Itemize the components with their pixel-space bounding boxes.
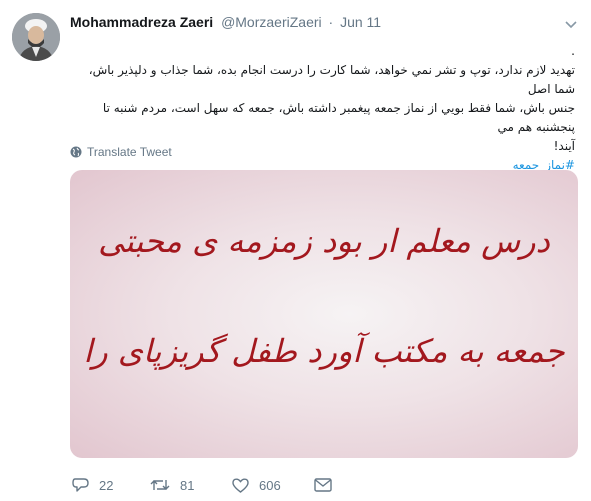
tweet-actions: 22 81 606 [70, 474, 370, 496]
avatar[interactable] [12, 13, 60, 61]
author-name[interactable]: Mohammadreza Zaeri [70, 14, 213, 30]
like-button[interactable]: 606 [232, 474, 281, 496]
tweet-header: Mohammadreza Zaeri @MorzaeriZaeri · Jun … [70, 14, 381, 30]
retweet-icon [150, 480, 170, 490]
like-icon [232, 478, 249, 493]
retweet-button[interactable]: 81 [150, 474, 194, 496]
chevron-down-icon[interactable] [565, 17, 577, 29]
retweet-count: 81 [180, 477, 195, 493]
translate-tweet-link[interactable]: Translate Tweet [70, 145, 172, 159]
reply-button[interactable]: 22 [72, 474, 113, 496]
globe-icon [70, 146, 82, 158]
avatar-image [12, 13, 60, 61]
tweet-date[interactable]: Jun 11 [340, 14, 381, 30]
image-calligraphy-line: جمعه به مکتب آورد طفل گریزپای را [83, 332, 565, 370]
tweet-text-line: تهديد لازم ندارد، توپ و تشر نمي خواهد، ش… [88, 63, 575, 96]
tweet-text-line: جنس باش، شما فقط بويي از نماز جمعه پيغمب… [102, 101, 575, 134]
like-count: 606 [259, 477, 281, 493]
tweet-text-dot: . [571, 44, 575, 58]
translate-label: Translate Tweet [87, 145, 172, 159]
image-calligraphy-line: درس معلم ار بود زمزمه ی محبتی [98, 222, 550, 260]
author-handle[interactable]: @MorzaeriZaeri [221, 14, 322, 30]
tweet-image[interactable]: درس معلم ار بود زمزمه ی محبتی جمعه به مک… [70, 170, 578, 458]
direct-message-button[interactable] [314, 474, 332, 496]
reply-icon [72, 478, 89, 492]
header-separator: · [328, 14, 334, 30]
direct-message-icon [314, 478, 332, 492]
reply-count: 22 [99, 477, 114, 493]
tweet-card[interactable]: Mohammadreza Zaeri @MorzaeriZaeri · Jun … [0, 0, 591, 501]
